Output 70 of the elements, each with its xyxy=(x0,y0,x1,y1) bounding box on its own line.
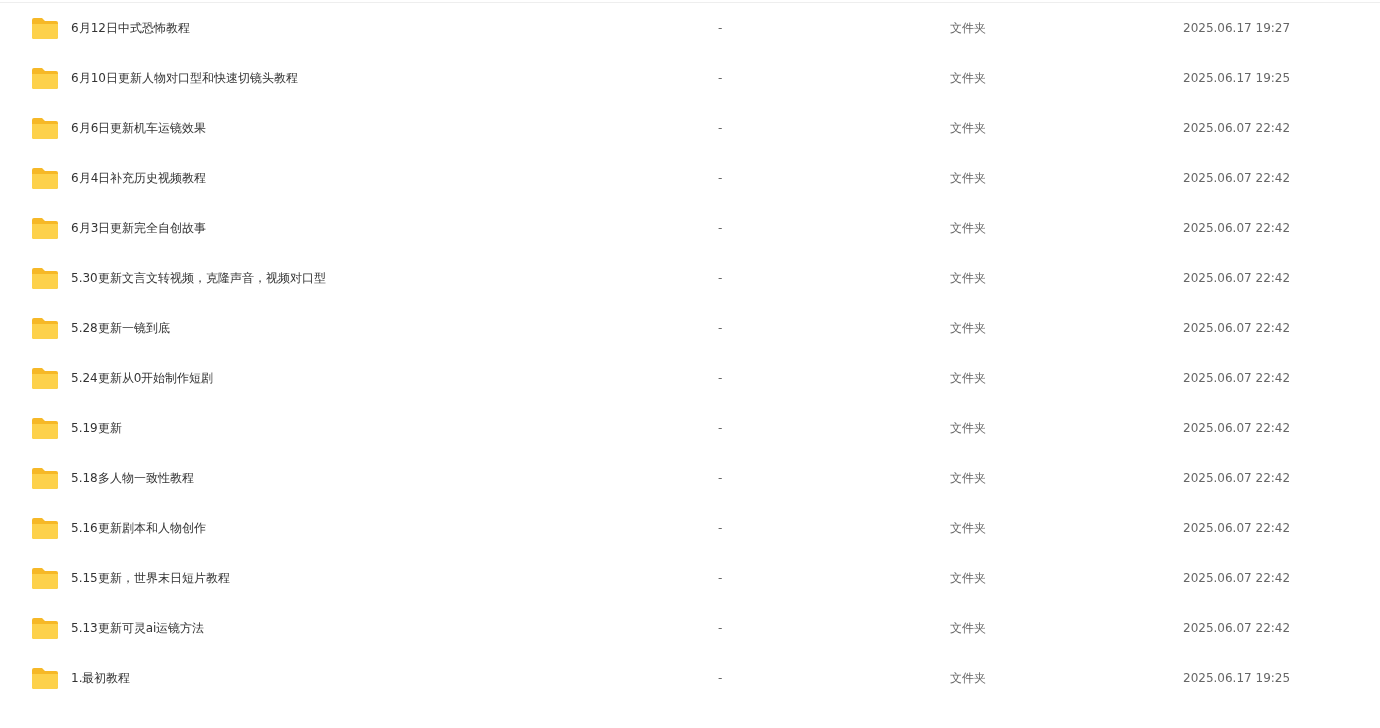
folder-icon xyxy=(32,67,58,89)
file-name[interactable]: 5.19更新 xyxy=(71,419,122,437)
file-size: - xyxy=(718,371,723,385)
folder-icon xyxy=(32,617,58,639)
file-name[interactable]: 5.24更新从0开始制作短剧 xyxy=(71,369,214,387)
file-size: - xyxy=(718,321,723,335)
file-name[interactable]: 6月4日补充历史视频教程 xyxy=(71,169,207,187)
file-type: 文件夹 xyxy=(950,469,986,487)
modified-time: 2025.06.07 22:42 xyxy=(1183,621,1291,635)
file-size: - xyxy=(718,471,723,485)
modified-time: 2025.06.07 22:42 xyxy=(1183,521,1291,535)
file-size: - xyxy=(718,71,723,85)
file-name[interactable]: 5.18多人物一致性教程 xyxy=(71,469,194,487)
file-size: - xyxy=(718,671,723,685)
file-type: 文件夹 xyxy=(950,169,986,187)
modified-time: 2025.06.07 22:42 xyxy=(1183,421,1291,435)
file-name[interactable]: 6月3日更新完全自创故事 xyxy=(71,219,207,237)
folder-icon xyxy=(32,417,58,439)
file-name[interactable]: 6月6日更新机车运镜效果 xyxy=(71,119,207,137)
file-size: - xyxy=(718,421,723,435)
file-name[interactable]: 1.最初教程 xyxy=(71,669,131,687)
modified-time: 2025.06.07 22:42 xyxy=(1183,471,1291,485)
file-type: 文件夹 xyxy=(950,669,986,687)
file-name[interactable]: 5.28更新一镜到底 xyxy=(71,319,170,337)
folder-icon xyxy=(32,17,58,39)
folder-icon xyxy=(32,367,58,389)
modified-time: 2025.06.07 22:42 xyxy=(1183,371,1291,385)
modified-time: 2025.06.07 22:42 xyxy=(1183,121,1291,135)
file-size: - xyxy=(718,171,723,185)
file-name[interactable]: 5.30更新文言文转视频，克隆声音，视频对口型 xyxy=(71,269,326,287)
file-name[interactable]: 6月10日更新人物对口型和快速切镜头教程 xyxy=(71,69,298,87)
file-type: 文件夹 xyxy=(950,519,986,537)
file-name[interactable]: 5.15更新，世界末日短片教程 xyxy=(71,569,230,587)
modified-time: 2025.06.07 22:42 xyxy=(1183,321,1291,335)
folder-icon xyxy=(32,467,58,489)
file-type: 文件夹 xyxy=(950,419,986,437)
modified-time: 2025.06.17 19:25 xyxy=(1183,71,1291,85)
modified-time: 2025.06.07 22:42 xyxy=(1183,571,1291,585)
folder-icon xyxy=(32,567,58,589)
folder-icon xyxy=(32,317,58,339)
file-size: - xyxy=(718,21,723,35)
file-type: 文件夹 xyxy=(950,69,986,87)
folder-icon xyxy=(32,267,58,289)
file-size: - xyxy=(718,621,723,635)
file-size: - xyxy=(718,221,723,235)
modified-time: 2025.06.17 19:25 xyxy=(1183,671,1291,685)
file-type: 文件夹 xyxy=(950,269,986,287)
file-type: 文件夹 xyxy=(950,569,986,587)
file-name[interactable]: 5.13更新可灵ai运镜方法 xyxy=(71,619,205,637)
file-type: 文件夹 xyxy=(950,369,986,387)
modified-time: 2025.06.17 19:27 xyxy=(1183,21,1291,35)
modified-time: 2025.06.07 22:42 xyxy=(1183,221,1291,235)
file-type: 文件夹 xyxy=(950,319,986,337)
modified-time: 2025.06.07 22:42 xyxy=(1183,271,1291,285)
folder-icon xyxy=(32,667,58,689)
file-size: - xyxy=(718,271,723,285)
folder-icon xyxy=(32,517,58,539)
folder-icon xyxy=(32,117,58,139)
file-size: - xyxy=(718,121,723,135)
file-name[interactable]: 6月12日中式恐怖教程 xyxy=(71,19,190,37)
file-size: - xyxy=(718,571,723,585)
file-type: 文件夹 xyxy=(950,119,986,137)
file-type: 文件夹 xyxy=(950,619,986,637)
folder-icon xyxy=(32,167,58,189)
file-type: 文件夹 xyxy=(950,219,986,237)
file-name[interactable]: 5.16更新剧本和人物创作 xyxy=(71,519,206,537)
file-size: - xyxy=(718,521,723,535)
file-type: 文件夹 xyxy=(950,19,986,37)
modified-time: 2025.06.07 22:42 xyxy=(1183,171,1291,185)
folder-icon xyxy=(32,217,58,239)
